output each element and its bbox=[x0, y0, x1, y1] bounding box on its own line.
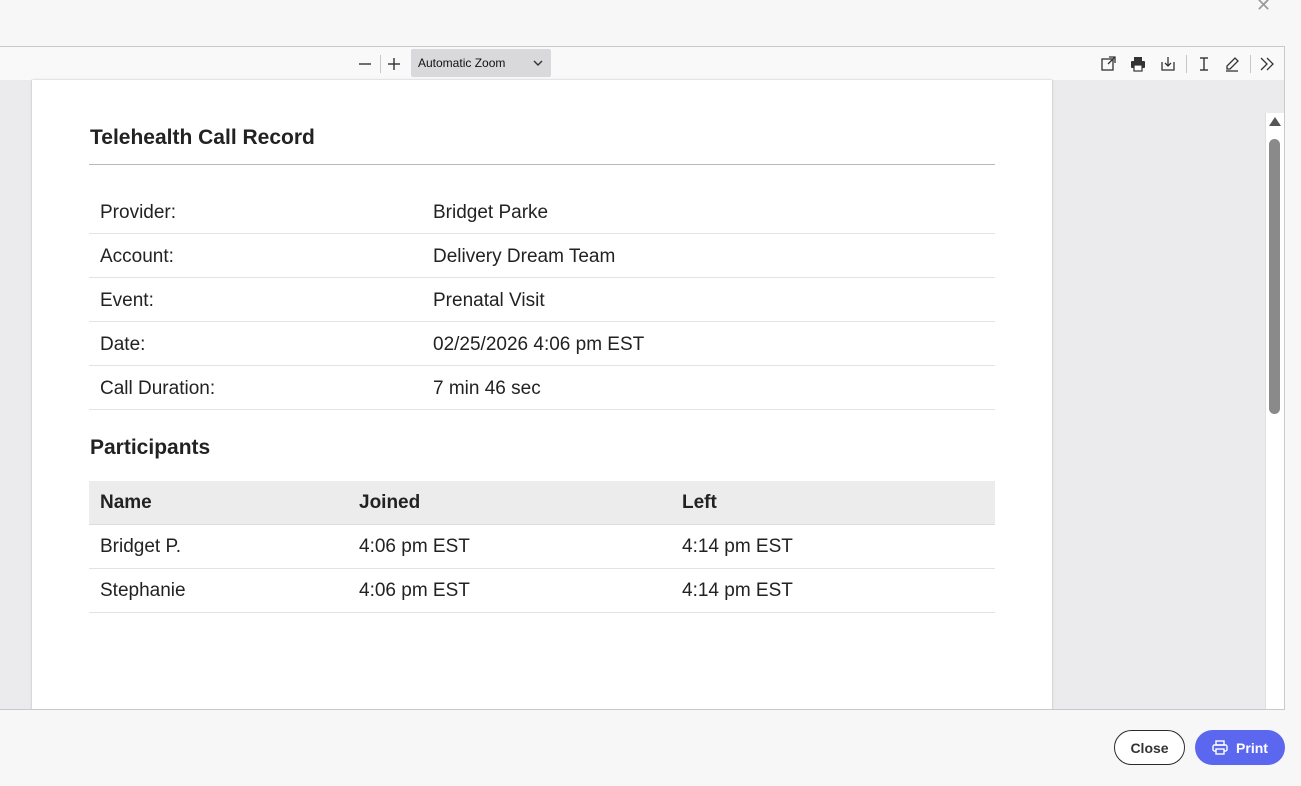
open-external-icon bbox=[1101, 56, 1116, 71]
zoom-in-button[interactable] bbox=[383, 53, 405, 75]
double-chevron-right-icon bbox=[1260, 57, 1274, 71]
participants-table: Name Joined Left Bridget P. 4:06 pm EST … bbox=[89, 481, 995, 613]
detail-label: Date: bbox=[100, 334, 146, 355]
detail-row-duration: Call Duration: 7 min 46 sec bbox=[89, 366, 995, 410]
print-button-label: Print bbox=[1236, 739, 1268, 756]
detail-label: Account: bbox=[100, 246, 174, 267]
document-page: Telehealth Call Record Provider: Bridget… bbox=[32, 80, 1052, 709]
viewer-toolbar: Automatic Zoom bbox=[0, 47, 1284, 81]
pdf-viewer: Automatic Zoom Telehealth Call Record Pr… bbox=[0, 46, 1285, 710]
participant-joined: 4:06 pm EST bbox=[348, 568, 671, 613]
print-button[interactable]: Print bbox=[1195, 730, 1285, 765]
detail-value: 7 min 46 sec bbox=[433, 378, 541, 399]
close-button[interactable]: Close bbox=[1114, 730, 1185, 765]
vertical-scrollbar[interactable] bbox=[1265, 113, 1284, 709]
table-row: Stephanie 4:06 pm EST 4:14 pm EST bbox=[89, 568, 995, 613]
download-icon bbox=[1161, 57, 1175, 71]
title-divider bbox=[89, 164, 995, 165]
detail-label: Provider: bbox=[100, 202, 177, 223]
draw-tool-button[interactable] bbox=[1221, 53, 1243, 75]
participants-title: Participants bbox=[90, 436, 211, 459]
detail-row-provider: Provider: Bridget Parke bbox=[89, 190, 995, 234]
column-header-joined: Joined bbox=[348, 481, 671, 525]
scroll-up-arrow-icon[interactable] bbox=[1269, 117, 1281, 126]
detail-label: Call Duration: bbox=[100, 378, 216, 399]
detail-value: Bridget Parke bbox=[433, 202, 549, 223]
close-button-label: Close bbox=[1130, 739, 1169, 756]
detail-row-date: Date: 02/25/2026 4:06 pm EST bbox=[89, 322, 995, 366]
zoom-select-label: Automatic Zoom bbox=[418, 56, 506, 70]
participant-left: 4:14 pm EST bbox=[671, 568, 995, 613]
detail-label: Event: bbox=[100, 290, 154, 311]
more-tools-button[interactable] bbox=[1256, 53, 1278, 75]
toolbar-separator bbox=[380, 55, 381, 73]
viewer-content: Telehealth Call Record Provider: Bridget… bbox=[0, 80, 1284, 709]
participant-left: 4:14 pm EST bbox=[671, 524, 995, 569]
table-header-row: Name Joined Left bbox=[89, 481, 995, 525]
download-button[interactable] bbox=[1157, 53, 1179, 75]
detail-row-event: Event: Prenatal Visit bbox=[89, 278, 995, 322]
zoom-out-button[interactable] bbox=[354, 53, 376, 75]
table-row: Bridget P. 4:06 pm EST 4:14 pm EST bbox=[89, 524, 995, 569]
toolbar-separator bbox=[1250, 55, 1251, 73]
column-header-name: Name bbox=[89, 481, 348, 525]
scroll-thumb[interactable] bbox=[1269, 139, 1280, 414]
detail-value: Prenatal Visit bbox=[433, 290, 545, 311]
text-cursor-icon bbox=[1200, 57, 1208, 71]
print-toolbar-button[interactable] bbox=[1127, 53, 1149, 75]
participant-name: Stephanie bbox=[89, 568, 348, 613]
printer-icon bbox=[1212, 740, 1228, 755]
pencil-icon bbox=[1226, 57, 1239, 72]
column-header-left: Left bbox=[671, 481, 995, 525]
detail-row-account: Account: Delivery Dream Team bbox=[89, 234, 995, 278]
participant-name: Bridget P. bbox=[89, 524, 348, 569]
printer-icon bbox=[1131, 57, 1145, 72]
chevron-down-icon bbox=[533, 60, 543, 66]
plus-icon bbox=[388, 58, 400, 70]
minus-icon bbox=[359, 63, 371, 65]
document-title: Telehealth Call Record bbox=[90, 126, 315, 149]
call-details: Provider: Bridget Parke Account: Deliver… bbox=[89, 190, 995, 410]
text-tool-button[interactable] bbox=[1193, 53, 1215, 75]
detail-value: 02/25/2026 4:06 pm EST bbox=[433, 334, 645, 355]
zoom-select[interactable]: Automatic Zoom bbox=[411, 49, 551, 77]
participant-joined: 4:06 pm EST bbox=[348, 524, 671, 569]
toolbar-separator bbox=[1186, 55, 1187, 73]
close-icon[interactable]: ✕ bbox=[1256, 0, 1274, 14]
open-external-button[interactable] bbox=[1097, 53, 1119, 75]
detail-value: Delivery Dream Team bbox=[433, 246, 616, 267]
